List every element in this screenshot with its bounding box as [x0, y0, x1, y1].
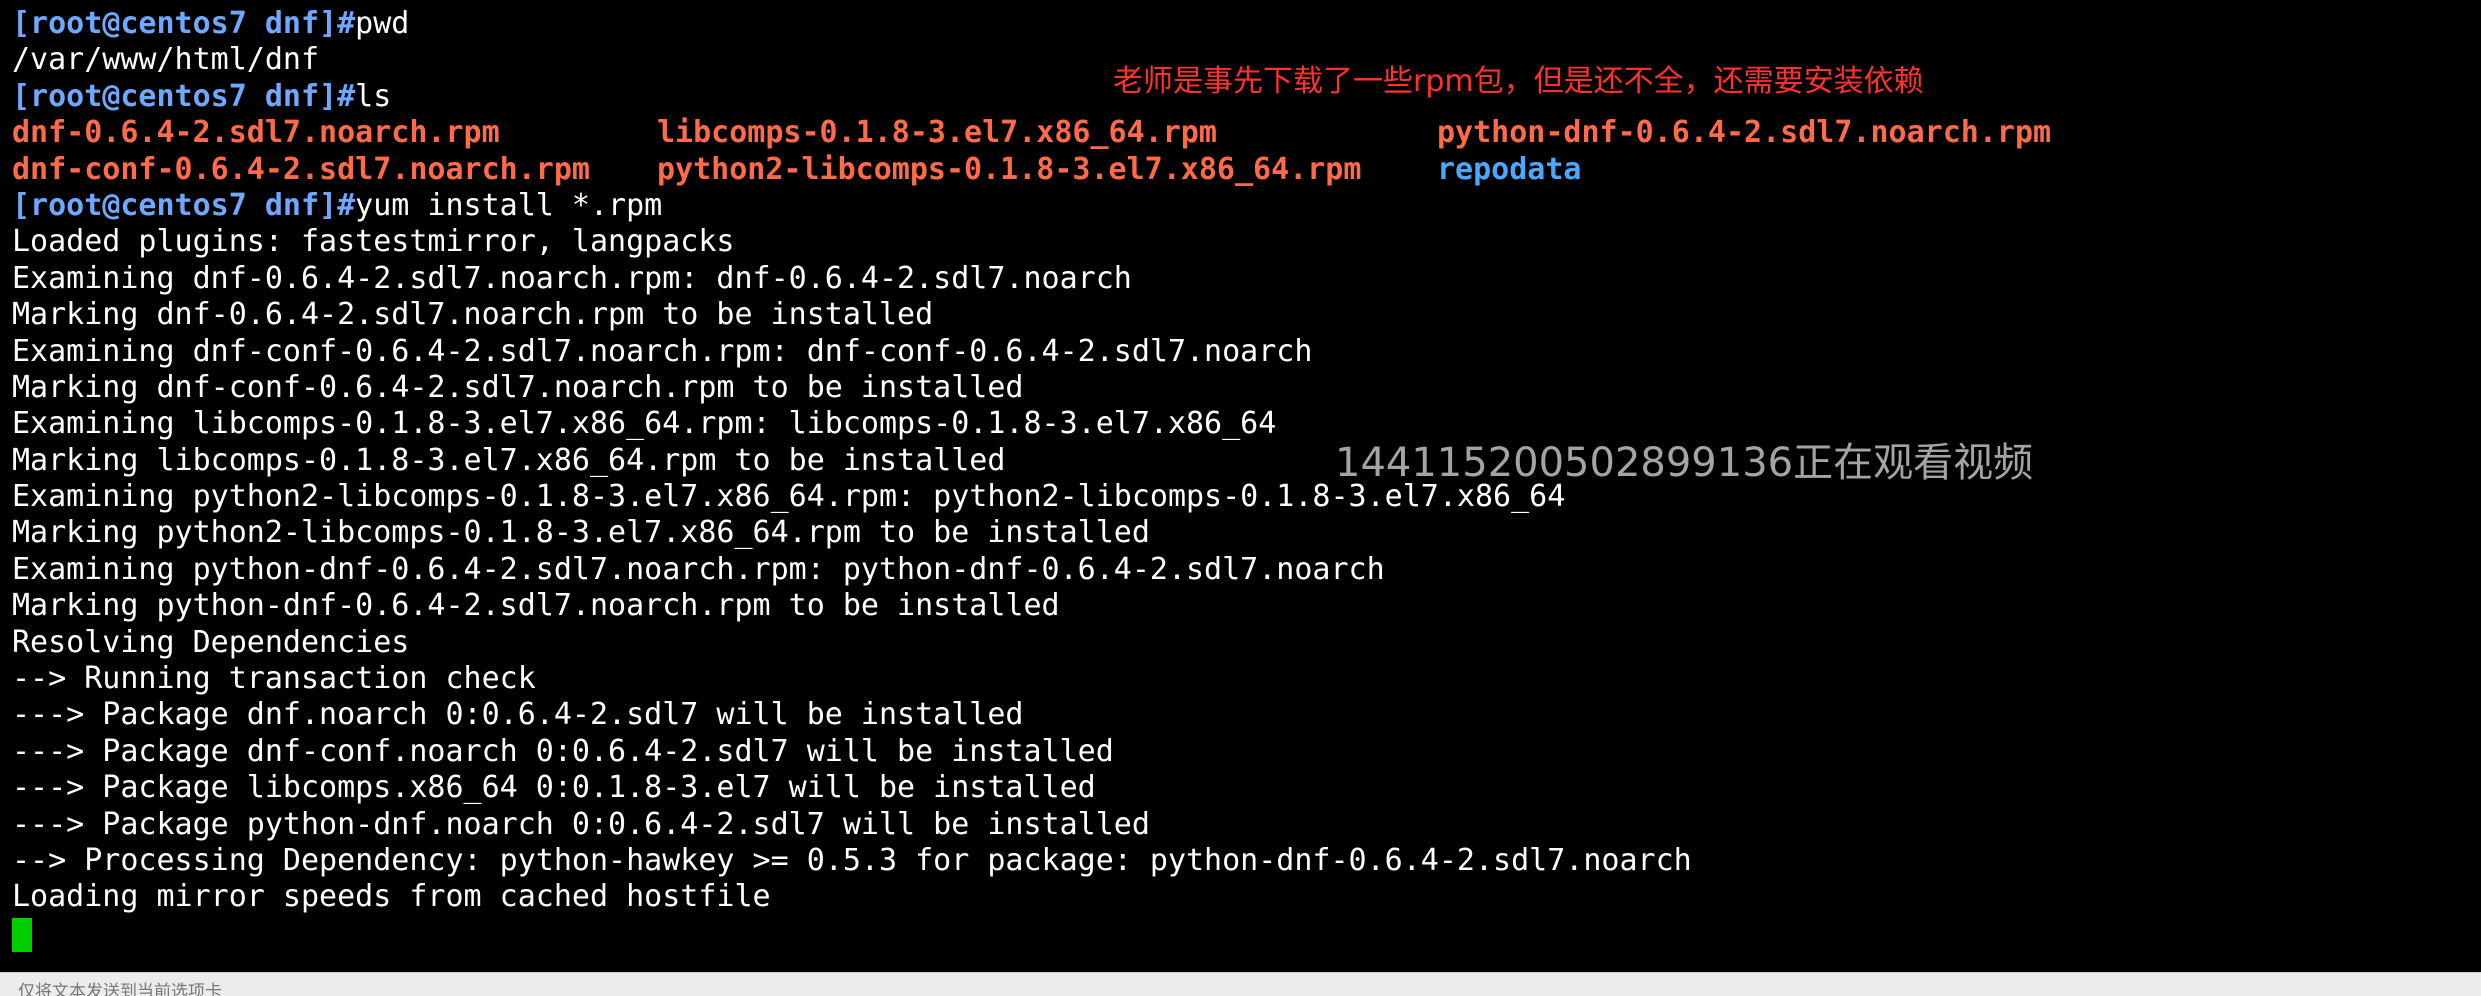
status-bar: 仅将文本发送到当前选项卡 [0, 972, 2481, 996]
output-line: --> Running transaction check [12, 661, 536, 697]
command-text: yum install *.rpm [355, 187, 663, 223]
rpm-file-entry: python-dnf-0.6.4-2.sdl7.noarch.rpm [1437, 115, 2052, 151]
output-line: Marking python-dnf-0.6.4-2.sdl7.noarch.r… [12, 588, 1060, 624]
ls-output-row: dnf-0.6.4-2.sdl7.noarch.rpm libcomps-0.1.… [12, 115, 2051, 151]
rpm-file-entry: dnf-0.6.4-2.sdl7.noarch.rpm [12, 115, 500, 151]
shell-prompt: [root@centos7 dnf]# [12, 6, 356, 41]
rpm-file-entry: dnf-conf-0.6.4-2.sdl7.noarch.rpm [12, 151, 590, 187]
rpm-file-entry: python2-libcomps-0.1.8-3.el7.x86_64.rpm [657, 151, 1362, 187]
terminal-window[interactable]: [root@centos7 dnf]#pwd/var/www/html/dnf[… [0, 0, 2481, 972]
output-line: Examining dnf-0.6.4-2.sdl7.noarch.rpm: d… [12, 260, 1132, 296]
annotation-text: 老师是事先下载了一些rpm包，但是还不全，还需要安装依赖 [1113, 64, 1924, 99]
ls-output-row: dnf-conf-0.6.4-2.sdl7.noarch.rpm python2-… [12, 152, 2051, 188]
directory-entry: repodata [1437, 151, 1582, 187]
output-line: ---> Package python-dnf.noarch 0:0.6.4-2… [12, 806, 1150, 842]
output-line: Examining python-dnf-0.6.4-2.sdl7.noarch… [12, 551, 1385, 587]
prompt-line: [root@centos7 dnf]#pwd [12, 6, 2051, 42]
send-to-tab-hint: 仅将文本发送到当前选项卡 [18, 982, 222, 996]
output-line: Resolving Dependencies [12, 624, 410, 660]
output-line: ---> Package dnf.noarch 0:0.6.4-2.sdl7 w… [12, 697, 1024, 733]
watermark-text: 144115200502899136正在观看视频 [1335, 440, 2034, 486]
output-line: Marking dnf-conf-0.6.4-2.sdl7.noarch.rpm… [12, 369, 1024, 405]
shell-prompt: [root@centos7 dnf]# [12, 187, 356, 223]
output-line: Loading mirror speeds from cached hostfi… [12, 879, 771, 915]
prompt-line: [root@centos7 dnf]#yum install *.rpm [12, 188, 2051, 224]
text-cursor [12, 917, 32, 952]
command-text: ls [355, 78, 392, 114]
rpm-file-entry: libcomps-0.1.8-3.el7.x86_64.rpm [657, 115, 1217, 151]
shell-prompt: [root@centos7 dnf]# [12, 78, 356, 114]
output-line: --> Processing Dependency: python-hawkey… [12, 842, 1692, 878]
output-line: Loaded plugins: fastestmirror, langpacks [12, 224, 735, 260]
command-text: pwd [355, 6, 410, 41]
output-line: Marking dnf-0.6.4-2.sdl7.noarch.rpm to b… [12, 297, 934, 333]
output-line: ---> Package dnf-conf.noarch 0:0.6.4-2.s… [12, 733, 1114, 769]
output-line: Marking python2-libcomps-0.1.8-3.el7.x86… [12, 515, 1150, 551]
output-line: Examining dnf-conf-0.6.4-2.sdl7.noarch.r… [12, 333, 1313, 369]
output-line: ---> Package libcomps.x86_64 0:0.1.8-3.e… [12, 770, 1096, 806]
